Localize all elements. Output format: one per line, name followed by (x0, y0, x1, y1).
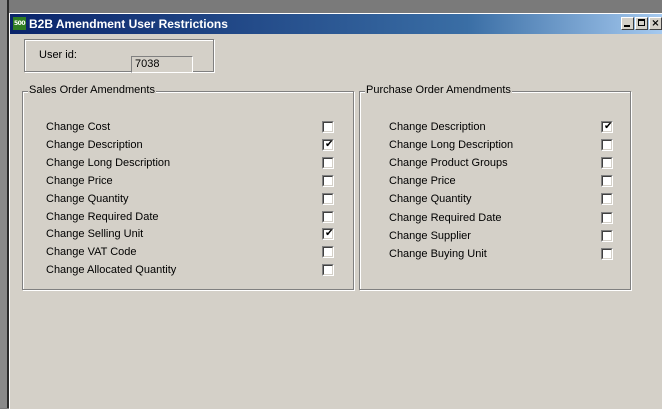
sales-option-row[interactable]: Change Allocated Quantity (23, 262, 353, 280)
checkmark-icon: ✔ (325, 228, 334, 240)
purchase-option-row[interactable]: Change Buying Unit (360, 246, 630, 264)
sales-option-row[interactable]: Change Required Date (23, 209, 353, 227)
sales-option-checkbox[interactable] (322, 210, 334, 223)
sales-option-checkbox[interactable] (322, 174, 334, 187)
user-id-field[interactable]: 7038 (131, 56, 193, 73)
minimize-button[interactable] (621, 17, 634, 30)
sales-option-row[interactable]: Change VAT Code (23, 244, 353, 262)
minimize-icon (624, 25, 630, 27)
sales-option-checkbox[interactable] (322, 246, 334, 259)
sales-option-label: Change Quantity (46, 192, 129, 205)
sales-option-row[interactable]: Change Long Description (23, 155, 353, 173)
purchase-option-checkbox[interactable] (601, 139, 613, 152)
close-icon: × (651, 18, 660, 29)
sales-option-label: Change Long Description (46, 156, 171, 169)
purchase-option-label: Change Price (389, 175, 456, 188)
purchase-option-checkbox[interactable] (601, 157, 613, 170)
purchase-group-title: Purchase Order Amendments (365, 84, 512, 96)
checkmark-icon: ✔ (325, 138, 334, 150)
sales-option-label: Change Description (46, 138, 143, 151)
sales-option-checkbox[interactable]: ✔ (322, 228, 334, 241)
app-icon: 500 (13, 17, 26, 30)
purchase-option-label: Change Quantity (389, 193, 472, 206)
purchase-option-row[interactable]: Change Supplier (360, 228, 630, 246)
purchase-order-amendments-group: Purchase Order Amendments Change Descrip… (359, 84, 631, 290)
purchase-option-checkbox[interactable] (601, 193, 613, 206)
maximize-icon (638, 19, 645, 26)
user-id-label: User id: (39, 49, 77, 61)
purchase-option-label: Change Required Date (389, 211, 502, 224)
purchase-option-label: Change Product Groups (389, 157, 508, 170)
purchase-option-row[interactable]: Change Quantity (360, 191, 630, 209)
checkmark-icon: ✔ (604, 121, 613, 132)
purchase-option-checkbox[interactable] (601, 175, 613, 188)
sales-order-amendments-group: Sales Order Amendments Change Cost Change… (22, 84, 354, 290)
close-button[interactable]: × (649, 17, 662, 30)
purchase-option-row[interactable]: Change Product Groups (360, 155, 630, 173)
sales-option-label: Change Cost (46, 121, 111, 133)
sales-option-checkbox[interactable] (322, 192, 334, 205)
purchase-option-label: Change Supplier (389, 229, 471, 242)
maximize-button[interactable] (635, 17, 648, 30)
purchase-option-label: Change Long Description (389, 139, 514, 152)
sales-group-title: Sales Order Amendments (28, 84, 156, 96)
sales-option-checkbox[interactable] (322, 156, 334, 169)
sales-option-row[interactable]: Change Price (23, 173, 353, 191)
sales-option-label: Change Selling Unit (46, 228, 144, 241)
purchase-option-label: Change Description (389, 121, 486, 133)
sales-option-checkbox[interactable] (322, 264, 334, 277)
purchase-option-checkbox[interactable] (601, 247, 613, 260)
purchase-option-row[interactable]: Change Price (360, 173, 630, 191)
purchase-option-checkbox[interactable] (601, 229, 613, 242)
sales-option-label: Change Allocated Quantity (46, 264, 177, 277)
title-bar[interactable]: 500 B2B Amendment User Restrictions × (10, 14, 662, 34)
purchase-option-checkbox[interactable]: ✔ (601, 121, 613, 133)
sales-option-row[interactable]: Change Description ✔ (23, 137, 353, 155)
purchase-option-row[interactable]: Change Description ✔ (360, 119, 630, 137)
purchase-option-row[interactable]: Change Long Description (360, 137, 630, 155)
purchase-option-label: Change Buying Unit (389, 247, 487, 260)
sales-option-label: Change VAT Code (46, 246, 137, 259)
sales-option-label: Change Required Date (46, 210, 159, 223)
sales-option-row[interactable]: Change Cost (23, 119, 353, 137)
sales-option-checkbox[interactable]: ✔ (322, 138, 334, 151)
purchase-option-checkbox[interactable] (601, 211, 613, 224)
sales-option-row[interactable]: Change Quantity (23, 191, 353, 209)
sales-option-label: Change Price (46, 174, 113, 187)
sales-option-row[interactable]: Change Selling Unit ✔ (23, 226, 353, 244)
purchase-option-row[interactable]: Change Required Date (360, 210, 630, 228)
window-title: B2B Amendment User Restrictions (29, 17, 228, 31)
sales-option-checkbox[interactable] (322, 121, 334, 133)
